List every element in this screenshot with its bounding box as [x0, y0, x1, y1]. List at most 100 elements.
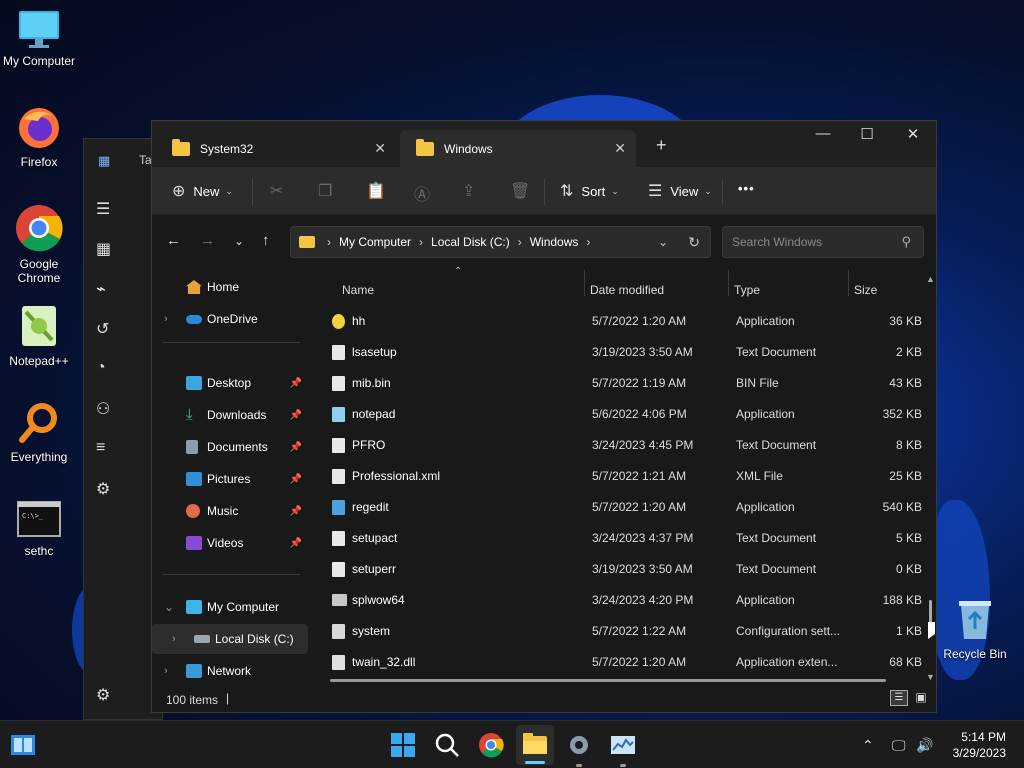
file-explorer-window[interactable]: System32 ✕ Windows ✕ + — ☐ ✕ ⊕ New ⌄ ✂ ❐… [151, 120, 937, 713]
desktop-icon-recycle-bin[interactable]: Recycle Bin [936, 597, 1014, 661]
table-row[interactable]: PFRO 3/24/2023 4:45 PM Text Document 8 KB [322, 430, 922, 460]
paste-icon[interactable]: 📋 [366, 181, 386, 201]
minimize-icon[interactable]: — [800, 125, 846, 142]
column-header-type[interactable]: Type [734, 276, 760, 304]
performance-icon[interactable]: ⌁ [96, 279, 106, 299]
search-input[interactable]: Search Windows ⚲ [722, 226, 924, 258]
table-row[interactable]: lsasetup 3/19/2023 3:50 AM Text Document 2 … [322, 337, 922, 367]
table-row[interactable]: setuperr 3/19/2023 3:50 AM Text Document 0 … [322, 554, 922, 584]
new-tab-plus-icon[interactable]: + [656, 135, 667, 156]
nav-item-music[interactable]: Music 📌 [152, 496, 308, 526]
view-button[interactable]: ☰ View ⌄ [648, 181, 712, 201]
pin-icon[interactable]: 📌 [290, 410, 302, 421]
show-hidden-icons-chevron[interactable]: ⌃ [862, 737, 874, 754]
vertical-scrollbar[interactable]: ▲ ▼ [926, 274, 935, 682]
horizontal-scrollbar[interactable] [330, 679, 886, 682]
rename-icon[interactable]: Ⓐ [414, 181, 430, 205]
services-icon[interactable]: ⚙ [96, 479, 110, 499]
nav-item-documents[interactable]: Documents 📌 [152, 432, 308, 462]
users-icon[interactable]: ⚇ [96, 399, 110, 419]
delete-icon[interactable]: 🗑 [510, 181, 530, 201]
table-row[interactable]: notepad 5/6/2022 4:06 PM Application 352 KB [322, 399, 922, 429]
details-view-icon[interactable]: ☰ [890, 690, 908, 706]
pin-icon[interactable]: 📌 [290, 474, 302, 485]
maximize-icon[interactable]: ☐ [844, 125, 890, 143]
more-options-button[interactable]: ••• [738, 181, 755, 196]
column-divider[interactable] [848, 270, 849, 296]
nav-item-network[interactable]: › Network [152, 656, 308, 686]
nav-item-my-computer[interactable]: ⌄ My Computer [152, 592, 308, 622]
nav-label: Local Disk (C:) [215, 632, 294, 646]
table-row[interactable]: system 5/7/2022 1:22 AM Configuration sett… [322, 616, 922, 646]
volume-icon[interactable]: 🔊 [916, 737, 933, 754]
hamburger-menu-icon[interactable]: ☰ [96, 199, 110, 219]
file-explorer-taskbar-button[interactable] [516, 725, 554, 765]
table-row[interactable]: hh 5/7/2022 1:20 AM Application 36 KB [322, 306, 922, 336]
column-header-date[interactable]: Date modified [590, 276, 664, 304]
table-row[interactable]: Professional.xml 5/7/2022 1:21 AM XML File… [322, 461, 922, 491]
tab-windows[interactable]: Windows ✕ [400, 130, 636, 167]
forward-arrow-icon[interactable]: → [200, 232, 215, 249]
breadcrumb-my-computer[interactable]: My Computer [339, 235, 411, 249]
table-row[interactable]: regedit 5/7/2022 1:20 AM Application 540 KB [322, 492, 922, 522]
breadcrumb-local-disk[interactable]: Local Disk (C:) [431, 235, 510, 249]
cut-icon[interactable]: ✂ [270, 181, 283, 201]
nav-item-onedrive[interactable]: › OneDrive [152, 304, 308, 334]
recent-chevron-icon[interactable]: ⌄ [234, 234, 244, 248]
desktop-icon-notepadpp[interactable]: Notepad++ [0, 302, 78, 368]
scroll-up-icon[interactable]: ▲ [926, 274, 935, 284]
nav-item-videos[interactable]: Videos 📌 [152, 528, 308, 558]
network-status-icon[interactable]: 🖵 [892, 737, 906, 754]
table-row[interactable]: splwow64 3/24/2023 4:20 PM Application 188 … [322, 585, 922, 615]
share-icon[interactable]: ⇪ [462, 181, 475, 201]
settings-gear-icon[interactable] [566, 732, 592, 758]
column-divider[interactable] [584, 270, 585, 296]
column-divider[interactable] [728, 270, 729, 296]
chrome-icon[interactable] [478, 732, 504, 758]
pin-icon[interactable]: 📌 [290, 442, 302, 453]
sort-button[interactable]: ⇅ Sort ⌄ [560, 181, 619, 201]
refresh-icon[interactable]: ↻ [688, 234, 700, 251]
breadcrumb-windows[interactable]: Windows [530, 235, 579, 249]
desktop-icon-sethc[interactable]: C:\>_ sethc [0, 500, 78, 558]
desktop-icon-chrome[interactable]: Google Chrome [0, 203, 78, 285]
search-icon[interactable] [434, 732, 460, 758]
table-row[interactable]: setupact 3/24/2023 4:37 PM Text Document 5 … [322, 523, 922, 553]
clock[interactable]: 5:14 PM 3/29/2023 [953, 729, 1006, 761]
widgets-icon[interactable] [10, 732, 36, 758]
task-manager-icon[interactable] [610, 732, 636, 758]
close-tab-icon[interactable]: ✕ [614, 140, 626, 157]
address-dropdown-icon[interactable]: ⌄ [658, 235, 668, 249]
back-arrow-icon[interactable]: ← [166, 232, 181, 249]
close-window-icon[interactable]: ✕ [890, 125, 936, 143]
new-button[interactable]: ⊕ New ⌄ [172, 181, 233, 201]
nav-item-downloads[interactable]: ⤓ Downloads 📌 [152, 400, 308, 430]
desktop-icon-my-computer[interactable]: My Computer [0, 8, 78, 68]
scroll-down-icon[interactable]: ▼ [926, 672, 935, 682]
pin-icon[interactable]: 📌 [290, 506, 302, 517]
nav-item-desktop[interactable]: Desktop 📌 [152, 368, 308, 398]
table-row[interactable]: mib.bin 5/7/2022 1:19 AM BIN File 43 KB [322, 368, 922, 398]
startup-icon[interactable]: ◔ [96, 359, 106, 377]
settings-icon[interactable]: ⚙ [96, 685, 110, 705]
history-icon[interactable]: ↺ [96, 319, 109, 339]
desktop-icon-everything[interactable]: Everything [0, 400, 78, 464]
nav-item-pictures[interactable]: Pictures 📌 [152, 464, 308, 494]
up-arrow-icon[interactable]: ↑ [262, 232, 270, 249]
start-windows-icon[interactable] [390, 732, 416, 758]
pin-icon[interactable]: 📌 [290, 538, 302, 549]
table-row[interactable]: twain_32.dll 5/7/2022 1:20 AM Application … [322, 647, 922, 677]
close-tab-icon[interactable]: ✕ [374, 140, 386, 157]
tab-system32[interactable]: System32 ✕ [156, 130, 396, 167]
details-icon[interactable]: ≡ [96, 439, 105, 457]
nav-item-home[interactable]: Home [152, 272, 308, 302]
copy-icon[interactable]: ❐ [318, 181, 332, 201]
column-header-name[interactable]: Name [342, 276, 374, 304]
column-header-size[interactable]: Size [854, 276, 877, 304]
nav-item-local-disk[interactable]: › Local Disk (C:) [152, 624, 308, 654]
tiles-view-icon[interactable]: ▣ [912, 690, 930, 706]
pin-icon[interactable]: 📌 [290, 378, 302, 389]
desktop-icon-firefox[interactable]: Firefox [0, 105, 78, 169]
address-bar[interactable]: › My Computer › Local Disk (C:) › Window… [290, 226, 711, 258]
processes-icon[interactable]: ▦ [96, 239, 111, 259]
